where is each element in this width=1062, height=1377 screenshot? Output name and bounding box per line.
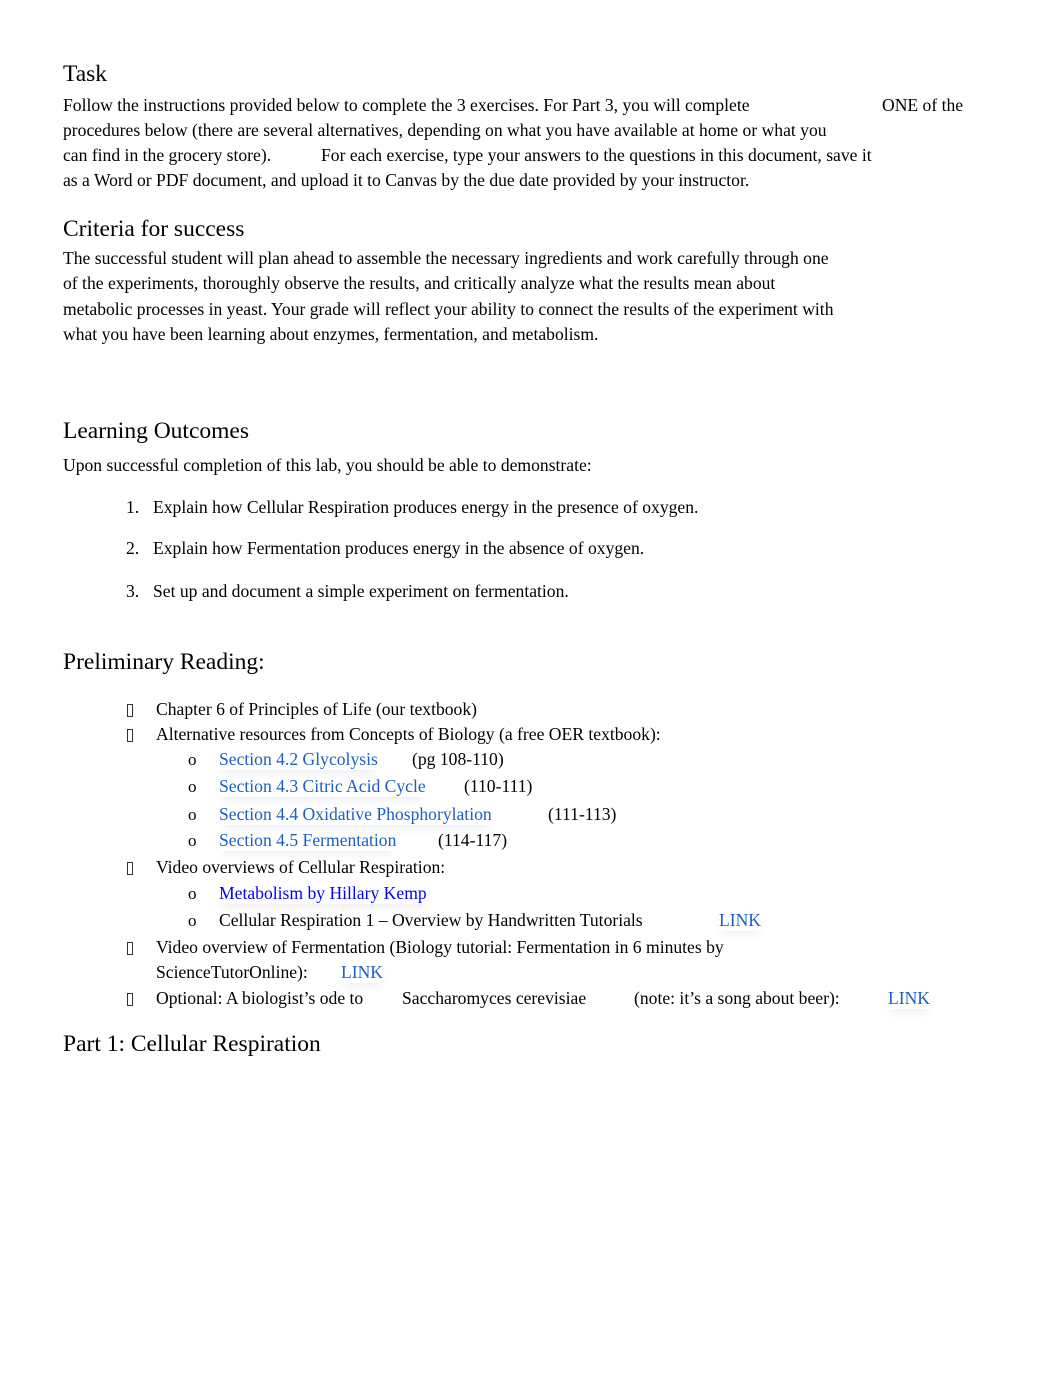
link-fermentation[interactable]: Section 4.5 Fermentation [219, 830, 396, 851]
reading-item-4: Video overview of Fermentation (Biology … [156, 937, 724, 957]
outcome-item-2: Explain how Fermentation produces energy… [153, 538, 645, 558]
task-line-2: procedures below (there are several alte… [63, 120, 827, 140]
task-line-4: as a Word or PDF document, and upload it… [63, 170, 750, 190]
bullet-icon [127, 729, 133, 747]
criteria-line-4: what you have been learning about enzyme… [63, 324, 599, 344]
citric-acid-pages: (110-111) [464, 776, 533, 796]
outcome-item-3: Set up and document a simple experiment … [153, 581, 569, 601]
outcomes-intro: Upon successful completion of this lab, … [63, 455, 592, 475]
outcome-number-2: 2. [126, 538, 140, 558]
link-oxidative-phosphorylation[interactable]: Section 4.4 Oxidative Phosphorylation [219, 804, 492, 825]
reading-heading: Preliminary Reading: [63, 649, 265, 675]
outcome-item-1: Explain how Cellular Respiration produce… [153, 497, 699, 517]
outcome-number-3: 3. [126, 581, 140, 601]
task-line-1: Follow the instructions provided below t… [63, 95, 750, 115]
link-song[interactable]: LINK [888, 988, 930, 1009]
reading-item-2: Alternative resources from Concepts of B… [156, 724, 661, 744]
criteria-line-3: metabolic processes in yeast. Your grade… [63, 299, 834, 319]
sub-bullet-icon: o [188, 805, 197, 824]
glycolysis-pages: (pg 108-110) [412, 749, 504, 769]
link-handwritten-tutorials[interactable]: LINK [719, 910, 761, 931]
outcome-number-1: 1. [126, 497, 140, 517]
oxidative-pages: (111-113) [548, 804, 617, 824]
reading-item-1: Chapter 6 of Principles of Life (our tex… [156, 699, 478, 719]
link-citric-acid-cycle[interactable]: Section 4.3 Citric Acid Cycle [219, 776, 426, 797]
bullet-icon [127, 993, 133, 1011]
sub-bullet-icon: o [188, 777, 197, 796]
task-line-3-tail: For each exercise, type your answers to … [321, 145, 872, 165]
task-heading: Task [63, 61, 108, 87]
fermentation-pages: (114-117) [438, 830, 508, 850]
reading-item-5: Optional: A biologist’s ode to [156, 988, 364, 1008]
bullet-icon [127, 942, 133, 960]
link-metabolism-hillary-kemp[interactable]: Metabolism by Hillary Kemp [219, 883, 427, 904]
reading-item-4-cont: ScienceTutorOnline): [156, 962, 308, 982]
criteria-line-1: The successful student will plan ahead t… [63, 248, 829, 268]
link-fermentation-video[interactable]: LINK [341, 962, 383, 983]
saccharomyces-text: Saccharomyces cerevisiae [402, 988, 587, 1008]
link-glycolysis[interactable]: Section 4.2 Glycolysis [219, 749, 378, 770]
part1-heading: Part 1: Cellular Respiration [63, 1031, 321, 1057]
task-line-1-tail: ONE of the [882, 95, 964, 115]
bullet-icon [127, 704, 133, 722]
criteria-line-2: of the experiments, thoroughly observe t… [63, 273, 776, 293]
outcomes-heading: Learning Outcomes [63, 418, 249, 444]
handwritten-tutorials-text: Cellular Respiration 1 – Overview by Han… [219, 910, 643, 930]
song-note: (note: it’s a song about beer): [634, 988, 840, 1008]
criteria-heading: Criteria for success [63, 216, 245, 242]
sub-bullet-icon: o [188, 911, 197, 930]
sub-bullet-icon: o [188, 750, 197, 769]
sub-bullet-icon: o [188, 831, 197, 850]
reading-item-3: Video overviews of Cellular Respiration: [156, 857, 446, 877]
sub-bullet-icon: o [188, 884, 197, 903]
task-line-3: can find in the grocery store). [63, 145, 272, 165]
bullet-icon [127, 862, 133, 880]
